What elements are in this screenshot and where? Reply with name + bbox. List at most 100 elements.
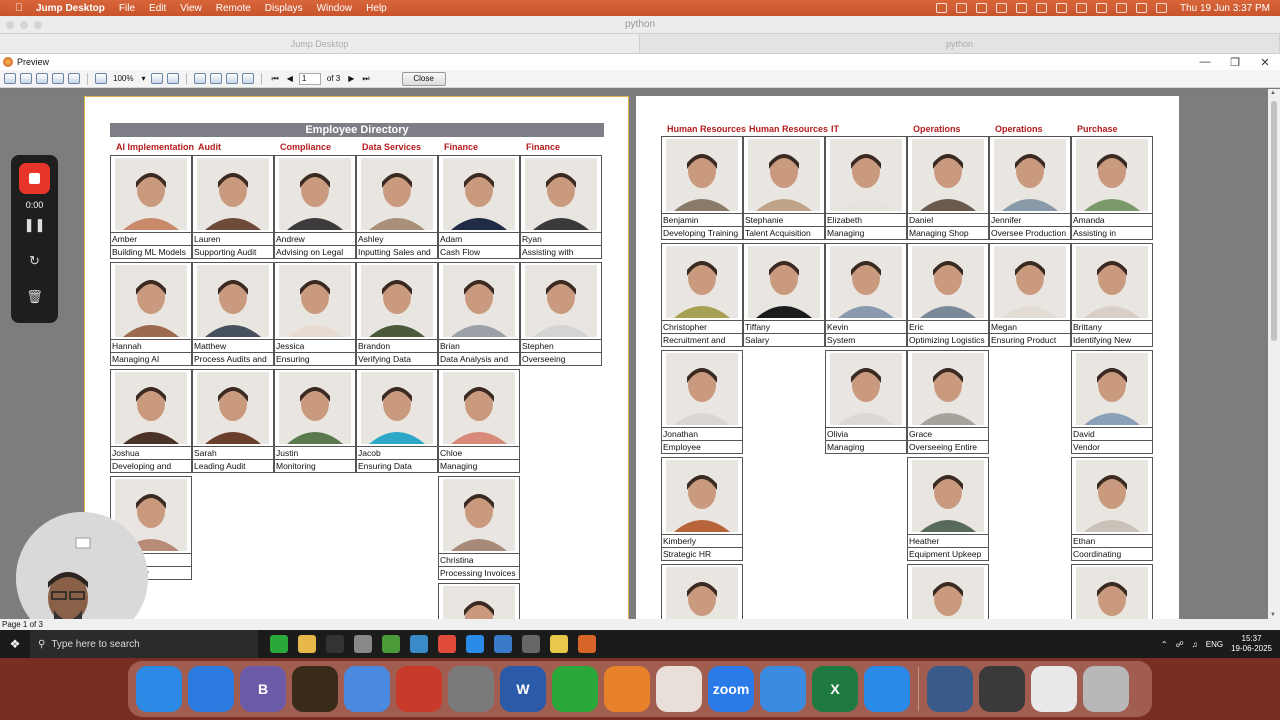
preview-canvas[interactable]: Employee Directory AI Implementation Ambe…	[0, 89, 1268, 619]
print-icon[interactable]	[4, 73, 16, 84]
menu-view[interactable]: View	[180, 3, 202, 14]
apple-icon[interactable]: 	[12, 2, 26, 14]
preview-taskbar-icon[interactable]	[578, 635, 596, 653]
file-explorer-icon[interactable]	[298, 635, 316, 653]
status-icon[interactable]	[1015, 3, 1027, 13]
word-icon[interactable]: W	[500, 666, 546, 712]
department-header: Compliance	[280, 142, 332, 152]
zoom-icon[interactable]: zoom	[708, 666, 754, 712]
prev-page-icon[interactable]: ◀	[285, 74, 295, 83]
trash-icon[interactable]: 🗑	[11, 289, 58, 305]
search-icon[interactable]	[1135, 3, 1147, 13]
zoom-in-icon[interactable]	[95, 73, 107, 84]
single-page-icon[interactable]	[194, 73, 207, 84]
open-icon[interactable]	[20, 73, 32, 84]
page-number-input[interactable]: 1	[298, 72, 321, 85]
menubar-clock[interactable]: Thu 19 Jun 3:37 PM	[1180, 3, 1270, 14]
menu-displays[interactable]: Displays	[265, 3, 303, 14]
status-icon[interactable]	[1055, 3, 1067, 13]
two-page-icon[interactable]	[210, 73, 223, 84]
menu-help[interactable]: Help	[366, 3, 387, 14]
green-arrows-icon[interactable]	[552, 666, 598, 712]
taskbar-app-icon[interactable]	[494, 635, 512, 653]
trash-icon[interactable]	[1083, 666, 1129, 712]
chevron-down-icon[interactable]: ▾	[139, 74, 147, 83]
chevron-up-icon[interactable]: ⌃	[1161, 640, 1168, 649]
bbedit-icon[interactable]: B	[240, 666, 286, 712]
taskbar-app-icon[interactable]	[354, 635, 372, 653]
scroll-down-icon[interactable]: ▼	[1270, 612, 1276, 618]
vertical-scrollbar[interactable]: ▲ ▼	[1268, 89, 1280, 619]
taskbar-app-icon[interactable]	[410, 635, 428, 653]
status-icon[interactable]	[975, 3, 987, 13]
menu-window[interactable]: Window	[317, 3, 353, 14]
printer-icon[interactable]	[979, 666, 1025, 712]
close-button[interactable]: Close	[401, 71, 446, 86]
bookmark-icon[interactable]	[344, 666, 390, 712]
windows-start-icon[interactable]: ❖	[0, 637, 30, 651]
employee-card: Brian Data Analysis and	[438, 262, 520, 366]
airline-icon[interactable]	[864, 666, 910, 712]
system-settings-icon[interactable]	[448, 666, 494, 712]
close-window-button[interactable]	[6, 21, 14, 29]
keynote-icon[interactable]	[760, 666, 806, 712]
taskbar-app-icon[interactable]	[270, 635, 288, 653]
tab-jump-desktop[interactable]: Jump Desktop	[0, 34, 640, 53]
first-page-icon[interactable]: ⏮	[269, 74, 280, 84]
fit-page-icon[interactable]	[167, 73, 180, 84]
minimize-window-button[interactable]	[20, 21, 28, 29]
export-icon[interactable]	[68, 73, 80, 84]
control-center-icon[interactable]	[1155, 3, 1167, 13]
scrollbar-thumb[interactable]	[1271, 101, 1277, 341]
red-m-icon[interactable]	[656, 666, 702, 712]
language-indicator[interactable]: ENG	[1206, 640, 1223, 649]
taskbar-search[interactable]: ⚲ Type here to search	[30, 630, 258, 658]
wifi-icon[interactable]	[1115, 3, 1127, 13]
scroll-up-icon[interactable]: ▲	[1270, 90, 1276, 96]
app-menu-name[interactable]: Jump Desktop	[36, 3, 105, 14]
chrome-icon[interactable]	[438, 635, 456, 653]
minimize-icon[interactable]: —	[1190, 56, 1220, 69]
excel-icon[interactable]: X	[812, 666, 858, 712]
pdf-icon[interactable]	[52, 73, 64, 84]
close-icon[interactable]: ✕	[1250, 56, 1280, 69]
zoom-out-icon[interactable]	[151, 73, 164, 84]
password-icon[interactable]	[927, 666, 973, 712]
broom-icon[interactable]	[292, 666, 338, 712]
books-icon[interactable]	[604, 666, 650, 712]
employee-card: Heather Equipment Upkeep	[907, 457, 989, 561]
network-icon[interactable]: ☍	[1176, 640, 1184, 649]
taskbar-clock[interactable]: 15:37 19-06-2025	[1231, 634, 1272, 654]
battery-icon[interactable]	[1095, 3, 1107, 13]
menu-edit[interactable]: Edit	[149, 3, 166, 14]
terminal-icon[interactable]	[326, 635, 344, 653]
next-page-icon[interactable]: ▶	[346, 74, 356, 83]
page-setup-icon[interactable]	[226, 73, 239, 84]
status-icon[interactable]	[995, 3, 1007, 13]
taskbar-app-icon[interactable]	[522, 635, 540, 653]
save-icon[interactable]	[36, 73, 48, 84]
menu-file[interactable]: File	[119, 3, 135, 14]
zoom-level[interactable]: 100%	[111, 74, 135, 83]
taskbar-app-icon[interactable]	[382, 635, 400, 653]
bluetooth-icon[interactable]	[1075, 3, 1087, 13]
menu-remote[interactable]: Remote	[216, 3, 251, 14]
edit-icon[interactable]	[242, 73, 255, 84]
zoom-window-button[interactable]	[34, 21, 42, 29]
restart-icon[interactable]: ↻	[11, 253, 58, 269]
toolbox-icon[interactable]	[396, 666, 442, 712]
stop-recording-button[interactable]	[19, 163, 50, 194]
safari-icon[interactable]	[188, 666, 234, 712]
python-icon[interactable]	[550, 635, 568, 653]
status-icon[interactable]	[1035, 3, 1047, 13]
finder-icon[interactable]	[136, 666, 182, 712]
volume-icon[interactable]: ♫	[1192, 640, 1198, 649]
edge-icon[interactable]	[466, 635, 484, 653]
restore-icon[interactable]: ❐	[1220, 56, 1250, 69]
pause-icon[interactable]: ❚❚	[11, 217, 58, 233]
last-page-icon[interactable]: ⏭	[360, 74, 371, 84]
preview-doc-icon[interactable]	[1031, 666, 1077, 712]
status-icon[interactable]	[955, 3, 967, 13]
tab-python[interactable]: python	[640, 34, 1280, 53]
status-icon[interactable]	[935, 3, 947, 13]
